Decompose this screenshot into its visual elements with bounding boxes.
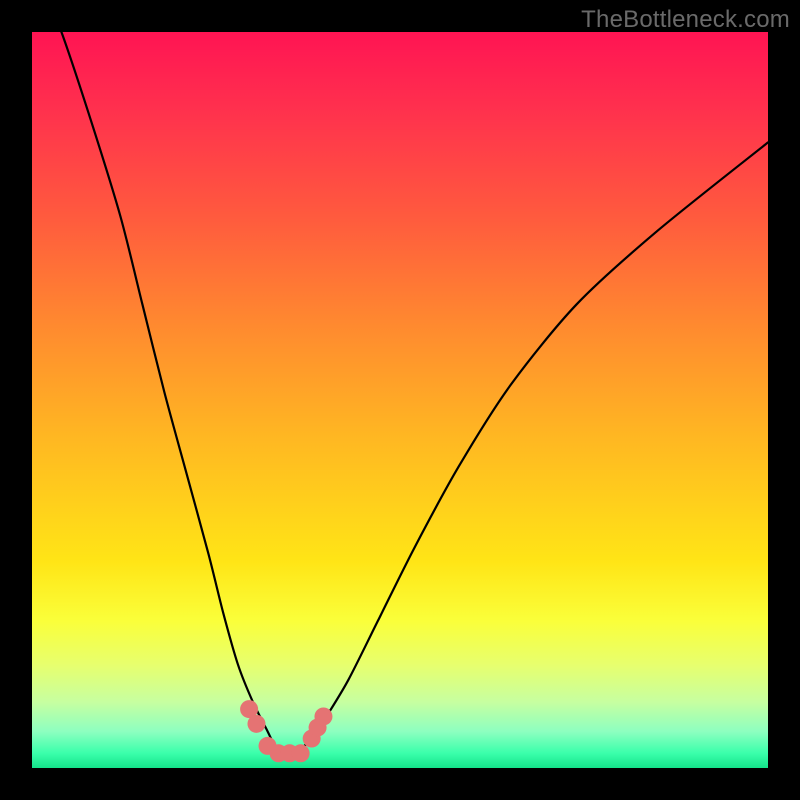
curve-layer: [32, 32, 768, 768]
curve-marker: [292, 744, 310, 762]
curve-marker: [314, 707, 332, 725]
watermark-text: TheBottleneck.com: [581, 6, 790, 34]
plot-area: [32, 32, 768, 768]
curve-marker: [247, 715, 265, 733]
chart-frame: TheBottleneck.com: [0, 0, 800, 800]
curve-markers: [240, 700, 332, 762]
bottleneck-curve: [32, 0, 768, 754]
